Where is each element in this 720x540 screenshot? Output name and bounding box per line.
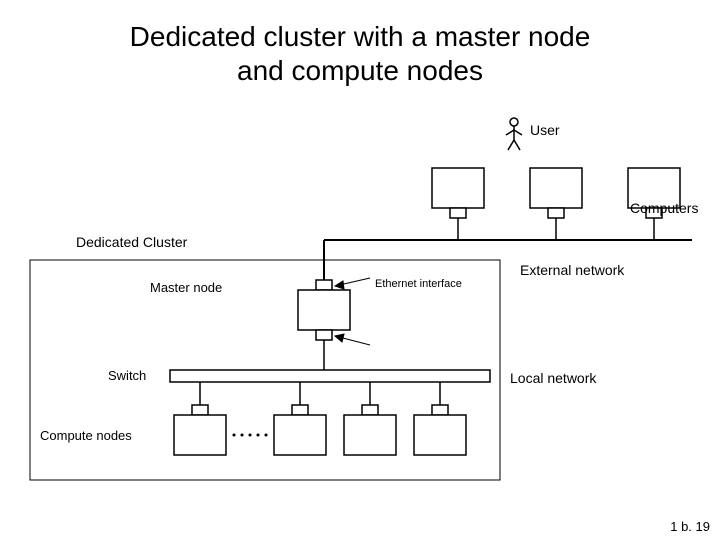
compute-node-box	[344, 405, 396, 455]
switch-label: Switch	[108, 368, 146, 383]
local-network-label: Local network	[510, 370, 596, 386]
compute-node-box	[414, 405, 466, 455]
user-icon	[506, 118, 522, 150]
slide-number: 1 b. 19	[670, 519, 710, 534]
ethernet-interface-label: Ethernet interface	[375, 278, 462, 290]
user-label: User	[530, 122, 560, 138]
compute-node-box	[174, 405, 226, 455]
compute-nodes-label: Compute nodes	[40, 428, 132, 443]
ethernet-arrow	[335, 334, 370, 345]
external-network-label: External network	[520, 262, 624, 278]
master-node-label: Master node	[150, 280, 222, 295]
dedicated-cluster-label: Dedicated Cluster	[76, 234, 187, 250]
master-node-box	[298, 280, 350, 340]
switch-bar	[170, 370, 490, 382]
computer-box	[530, 168, 582, 218]
ethernet-arrow	[335, 278, 370, 289]
computer-box	[432, 168, 484, 218]
compute-node-box	[274, 405, 326, 455]
ellipsis-icon	[233, 434, 268, 437]
computers-label: Computers	[630, 200, 698, 216]
